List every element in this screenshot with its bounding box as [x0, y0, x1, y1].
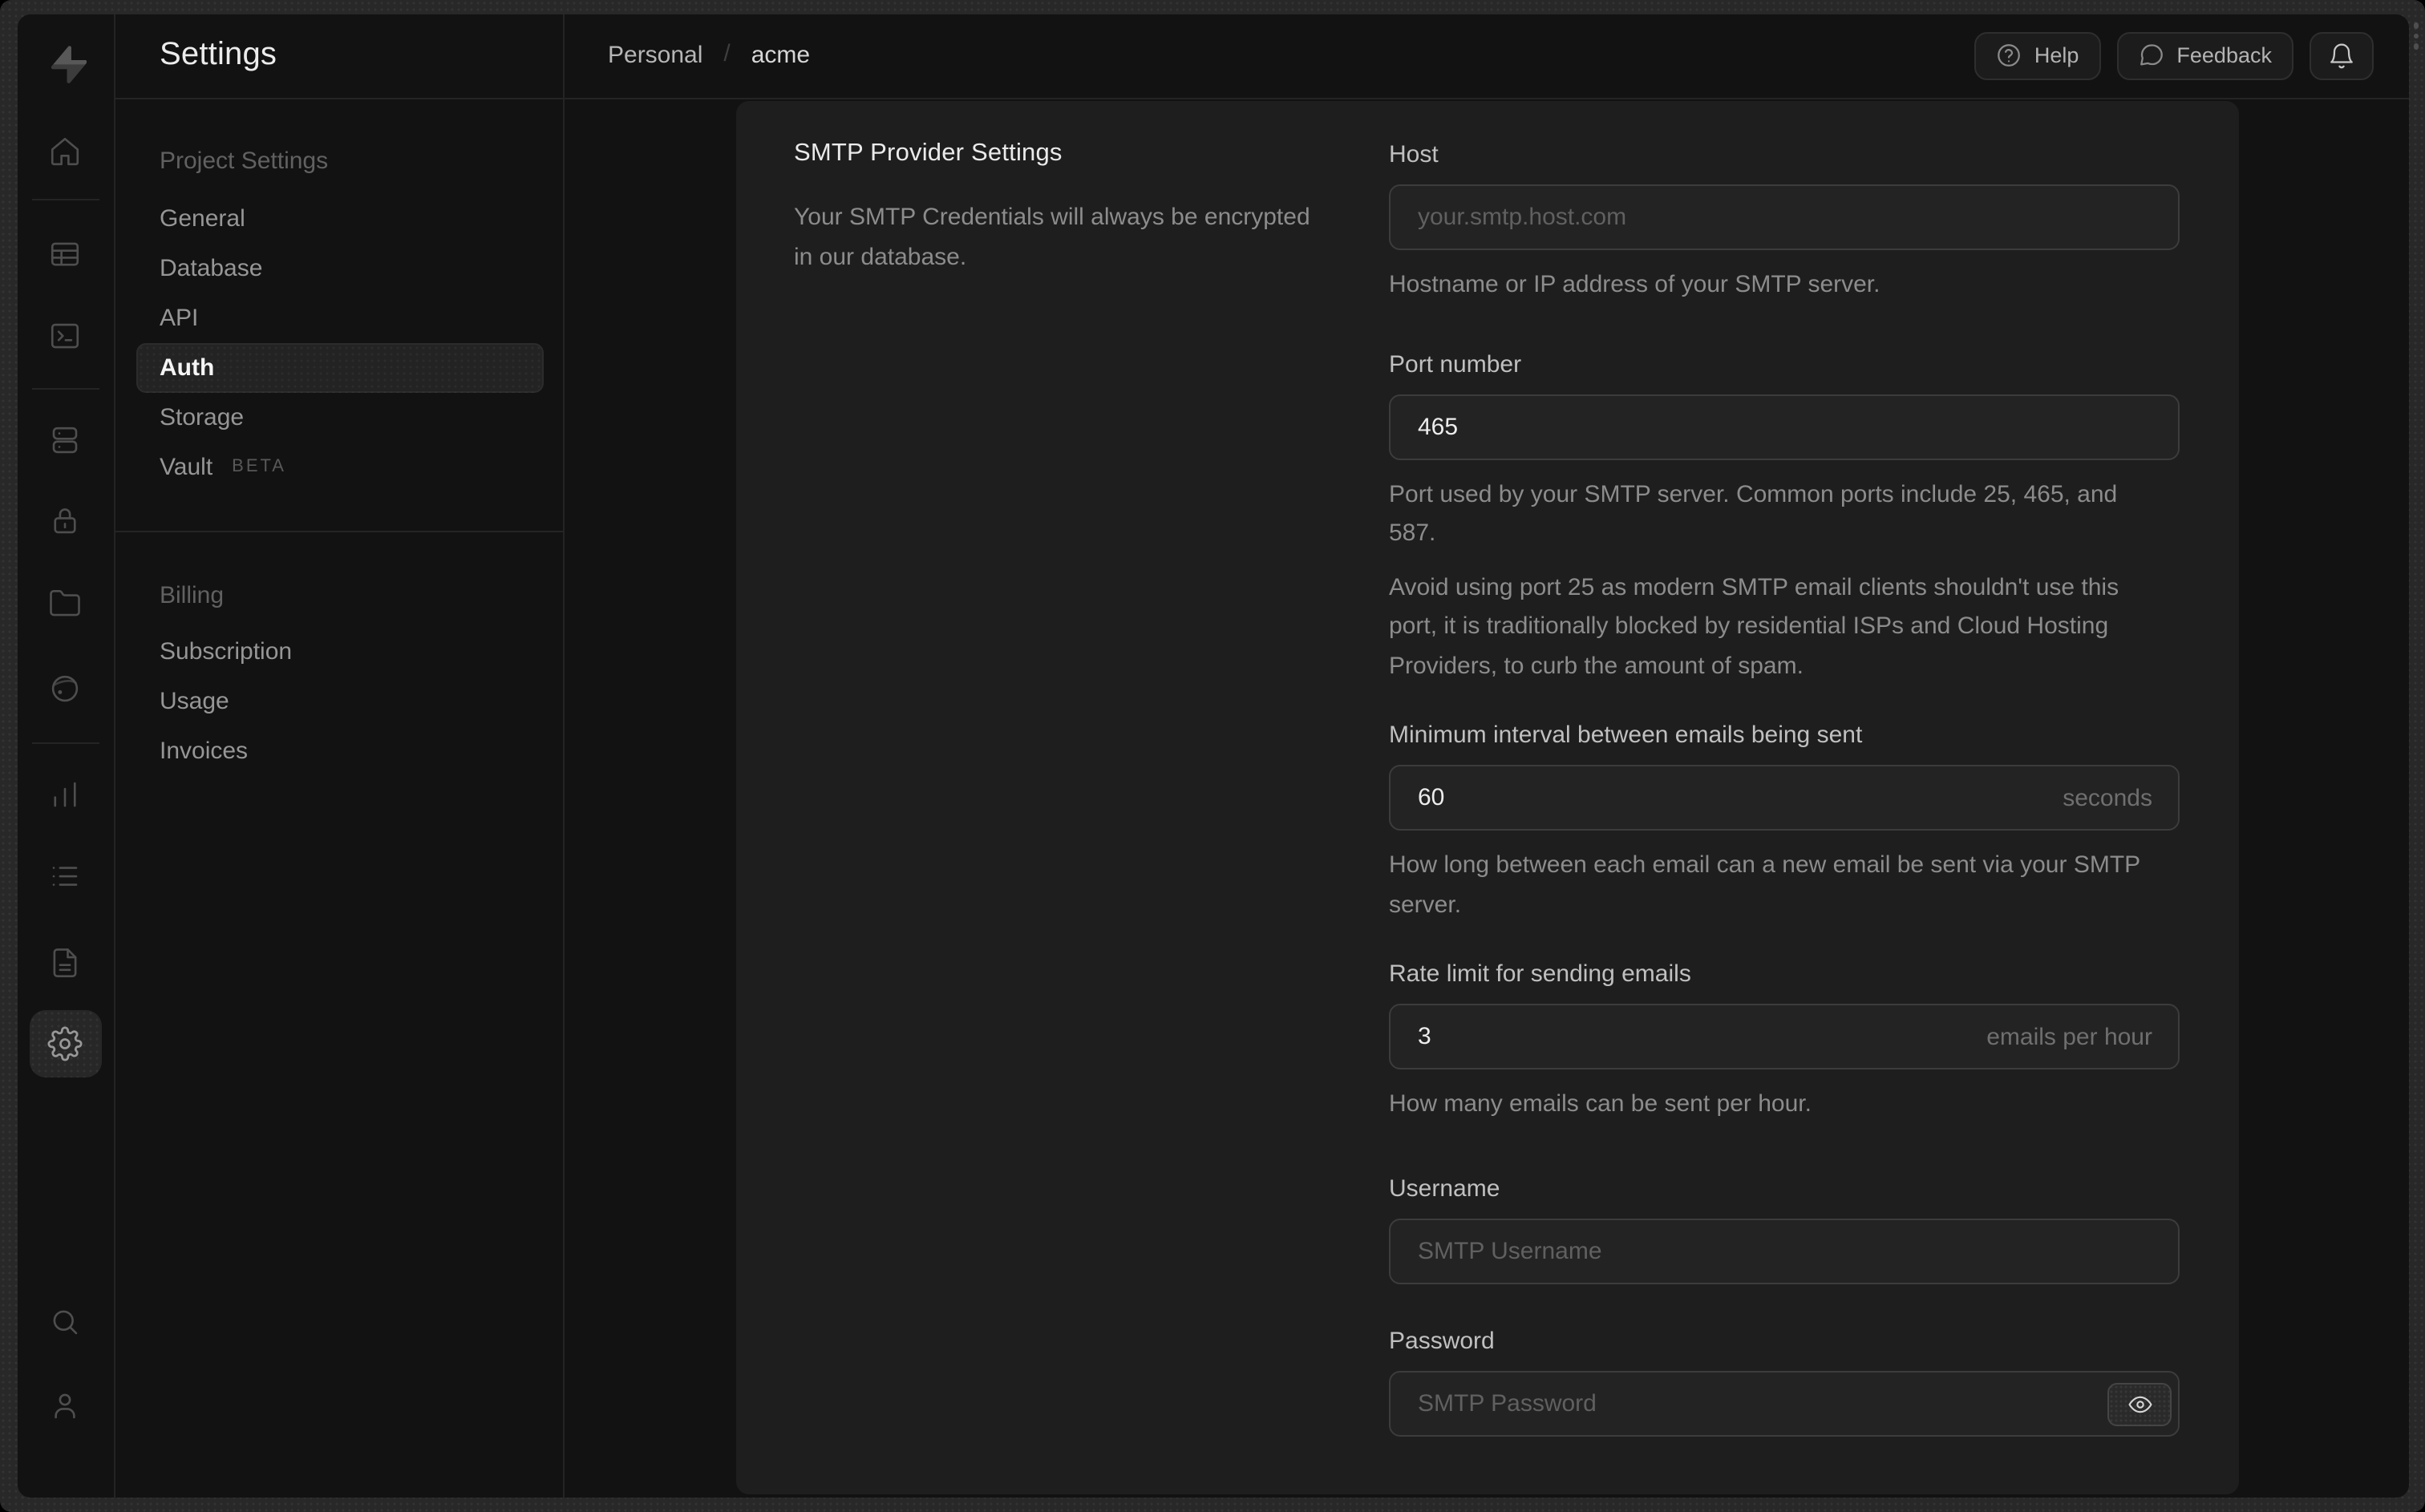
- nav-group-label: Billing: [160, 581, 225, 608]
- field-host: Host Hostname or IP address of your SMTP…: [1389, 139, 2180, 305]
- supabase-logo-icon[interactable]: [44, 43, 87, 85]
- nav-item-storage[interactable]: Storage: [115, 392, 563, 442]
- breadcrumb-separator: /: [723, 40, 731, 68]
- content-area: SMTP Provider Settings Your SMTP Credent…: [565, 99, 2409, 1497]
- rate-input[interactable]: [1389, 1004, 2180, 1069]
- field-port: Port number Port used by your SMTP serve…: [1389, 349, 2180, 686]
- reveal-password-button[interactable]: [2107, 1382, 2172, 1425]
- field-password: Password: [1389, 1326, 2180, 1437]
- sidebar-api-docs-file-icon[interactable]: [39, 936, 91, 988]
- rate-label: Rate limit for sending emails: [1389, 960, 1691, 988]
- nav-item-api[interactable]: API: [115, 293, 563, 342]
- sidebar-auth-lock-icon[interactable]: [39, 494, 91, 545]
- interval-label: Minimum interval between emails being se…: [1389, 722, 1863, 749]
- main-column: Personal / acme Help Feedback SMTP Provi…: [565, 14, 2409, 1497]
- nav-group-billing: Billing Subscription Usage Invoices: [115, 532, 563, 814]
- interval-helper: How long between each email can a new em…: [1389, 851, 2140, 918]
- sidebar-profile-user-icon[interactable]: [39, 1379, 91, 1430]
- breadcrumb: Personal / acme: [608, 40, 810, 70]
- panel-description: Your SMTP Credentials will always be enc…: [794, 204, 1310, 270]
- notifications-button[interactable]: [2310, 31, 2374, 80]
- field-rate: Rate limit for sending emails emails per…: [1389, 959, 2180, 1125]
- sidebar-table-editor-icon[interactable]: [39, 228, 91, 279]
- host-input[interactable]: [1389, 184, 2180, 250]
- password-label: Password: [1389, 1328, 1495, 1355]
- sidebar-search-icon[interactable]: [39, 1296, 91, 1347]
- smtp-settings-card: SMTP Provider Settings Your SMTP Credent…: [736, 101, 2239, 1494]
- smtp-form: Host Hostname or IP address of your SMTP…: [1389, 139, 2180, 1494]
- page-title: Settings: [160, 37, 277, 73]
- app-window: Settings Project Settings General Databa…: [17, 14, 2409, 1497]
- nav-item-usage[interactable]: Usage: [115, 676, 563, 726]
- settings-nav: Settings Project Settings General Databa…: [115, 14, 565, 1497]
- beta-badge: BETA: [232, 457, 286, 476]
- help-button[interactable]: Help: [1974, 31, 2101, 80]
- port-label: Port number: [1389, 350, 1522, 378]
- feedback-button[interactable]: Feedback: [2116, 31, 2293, 80]
- rate-helper: How many emails can be sent per hour.: [1389, 1090, 1812, 1118]
- rail-divider: [31, 387, 99, 389]
- port-input[interactable]: [1389, 394, 2180, 459]
- field-username: Username: [1389, 1173, 2180, 1284]
- topbar-actions: Help Feedback: [1974, 31, 2374, 80]
- sidebar-sql-editor-icon[interactable]: [39, 309, 91, 361]
- panel-title: SMTP Provider Settings: [794, 139, 1063, 167]
- window-drag-handle-dots: [2413, 22, 2420, 50]
- rail-divider: [31, 742, 99, 743]
- username-label: Username: [1389, 1174, 1500, 1202]
- nav-item-auth[interactable]: Auth: [115, 342, 563, 392]
- interval-input[interactable]: [1389, 765, 2180, 831]
- panel-intro: SMTP Provider Settings Your SMTP Credent…: [794, 139, 1389, 1494]
- field-interval: Minimum interval between emails being se…: [1389, 720, 2180, 925]
- topbar: Personal / acme Help Feedback: [565, 14, 2409, 99]
- breadcrumb-org[interactable]: Personal: [608, 42, 702, 70]
- help-circle-icon: [1998, 44, 2021, 67]
- settings-nav-header: Settings: [115, 14, 563, 99]
- nav-item-invoices[interactable]: Invoices: [115, 726, 563, 775]
- password-input[interactable]: [1389, 1371, 2180, 1437]
- eye-icon: [2127, 1395, 2152, 1413]
- rail-divider: [31, 199, 99, 200]
- sidebar-project-settings-gear-icon[interactable]: [29, 1010, 101, 1077]
- icon-rail: [17, 14, 115, 1497]
- bell-icon: [2330, 42, 2353, 68]
- feedback-bubble-icon: [2140, 44, 2164, 66]
- username-input[interactable]: [1389, 1218, 2180, 1284]
- nav-group-label: Project Settings: [160, 147, 329, 174]
- nav-group-project-settings: Project Settings General Database API Au…: [115, 99, 563, 530]
- port-helper: Port used by your SMTP server. Common po…: [1389, 480, 2119, 679]
- sidebar-reports-chart-icon[interactable]: [39, 768, 91, 819]
- host-helper: Hostname or IP address of your SMTP serv…: [1389, 271, 1880, 298]
- sidebar-home-icon[interactable]: [39, 125, 91, 176]
- nav-item-subscription[interactable]: Subscription: [115, 626, 563, 676]
- sidebar-storage-folder-icon[interactable]: [39, 577, 91, 629]
- window-frame: Settings Project Settings General Databa…: [0, 0, 2425, 1512]
- sidebar-realtime-icon[interactable]: [39, 662, 91, 714]
- sidebar-logs-list-icon[interactable]: [39, 850, 91, 901]
- host-label: Host: [1389, 141, 1439, 168]
- sidebar-database-icon[interactable]: [39, 414, 91, 465]
- nav-item-database[interactable]: Database: [115, 243, 563, 293]
- nav-item-general[interactable]: General: [115, 193, 563, 243]
- nav-item-vault[interactable]: Vault BETA: [115, 442, 563, 491]
- breadcrumb-project[interactable]: acme: [751, 42, 810, 70]
